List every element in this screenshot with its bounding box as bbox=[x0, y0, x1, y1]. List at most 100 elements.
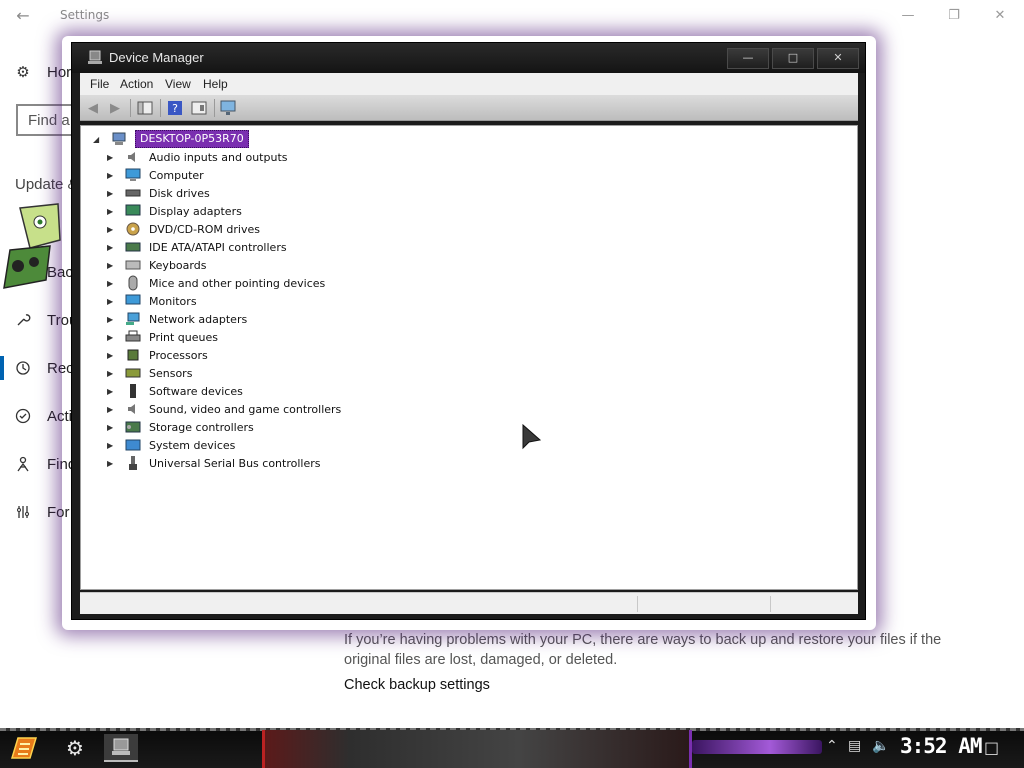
tree-root-node[interactable]: ◢ DESKTOP-0P53R70 bbox=[93, 130, 249, 148]
device-category-row[interactable]: ▶ Computer bbox=[107, 166, 204, 184]
device-category-label: Keyboards bbox=[149, 258, 207, 272]
expand-arrow-icon[interactable]: ▶ bbox=[107, 297, 117, 306]
chevron-up-icon[interactable]: ⌃ bbox=[826, 738, 838, 754]
device-category-row[interactable]: ▶ Print queues bbox=[107, 328, 218, 346]
expand-arrow-icon[interactable]: ▶ bbox=[107, 369, 117, 378]
usb-icon bbox=[125, 456, 141, 470]
expand-arrow-icon[interactable]: ▶ bbox=[107, 405, 117, 414]
minimize-button[interactable]: — bbox=[727, 48, 769, 69]
expand-arrow-icon[interactable]: ▶ bbox=[107, 459, 117, 468]
action-center-icon[interactable]: □ bbox=[984, 738, 999, 757]
device-category-label: Network adapters bbox=[149, 312, 248, 326]
minimize-icon[interactable]: — bbox=[896, 4, 920, 28]
device-category-row[interactable]: ▶ Sensors bbox=[107, 364, 192, 382]
expand-arrow-icon[interactable]: ▶ bbox=[107, 387, 117, 396]
device-category-row[interactable]: ▶ Monitors bbox=[107, 292, 197, 310]
expand-arrow-icon[interactable]: ▶ bbox=[107, 207, 117, 216]
volume-icon[interactable]: 🔈 bbox=[872, 738, 889, 754]
menu-file[interactable]: File bbox=[90, 77, 109, 91]
computer-name: DESKTOP-0P53R70 bbox=[135, 130, 249, 148]
maximize-button[interactable]: □ bbox=[772, 48, 814, 69]
expand-arrow-icon[interactable]: ▶ bbox=[107, 225, 117, 234]
device-category-label: Print queues bbox=[149, 330, 218, 344]
menu-bar: File Action View Help bbox=[80, 73, 858, 95]
expand-arrow-icon[interactable]: ▶ bbox=[107, 351, 117, 360]
device-category-row[interactable]: ▶ Keyboards bbox=[107, 256, 206, 274]
ide-controller-icon bbox=[125, 240, 141, 254]
close-icon[interactable]: ✕ bbox=[988, 4, 1012, 28]
dvd-drive-icon bbox=[125, 222, 141, 236]
menu-action[interactable]: Action bbox=[120, 77, 153, 91]
status-bar bbox=[80, 592, 858, 614]
device-tree: ◢ DESKTOP-0P53R70 ▶ Audio inputs and outp… bbox=[80, 125, 858, 590]
back-arrow-icon[interactable]: ← bbox=[12, 6, 34, 26]
keyboard-icon bbox=[125, 258, 141, 272]
device-category-label: Sound, video and game controllers bbox=[149, 402, 342, 416]
collapse-arrow-icon[interactable]: ◢ bbox=[93, 135, 103, 144]
device-category-row[interactable]: ▶ Display adapters bbox=[107, 202, 242, 220]
speaker-icon bbox=[125, 402, 141, 416]
device-category-label: Audio inputs and outputs bbox=[149, 150, 288, 164]
device-manager-window: Device Manager — □ ✕ File Action View He… bbox=[71, 42, 866, 620]
device-category-label: Disk drives bbox=[149, 186, 210, 200]
mouse-pointer-icon bbox=[522, 424, 542, 450]
device-category-row[interactable]: ▶ Audio inputs and outputs bbox=[107, 148, 288, 166]
expand-arrow-icon[interactable]: ▶ bbox=[107, 171, 117, 180]
device-category-row[interactable]: ▶ Disk drives bbox=[107, 184, 210, 202]
device-manager-titlebar[interactable]: Device Manager — □ ✕ bbox=[72, 43, 865, 73]
taskbar-clock[interactable]: 3:52 AM bbox=[900, 734, 983, 758]
device-category-row[interactable]: ▶ Software devices bbox=[107, 382, 243, 400]
device-category-row[interactable]: ▶ Universal Serial Bus controllers bbox=[107, 454, 320, 472]
device-category-label: Monitors bbox=[149, 294, 197, 308]
expand-arrow-icon[interactable]: ▶ bbox=[107, 333, 117, 342]
gear-icon: ⚙ bbox=[16, 64, 30, 81]
device-category-row[interactable]: ▶ Network adapters bbox=[107, 310, 247, 328]
expand-arrow-icon[interactable]: ▶ bbox=[107, 441, 117, 450]
device-category-row[interactable]: ▶ Storage controllers bbox=[107, 418, 254, 436]
backup-description: If you’re having problems with your PC, … bbox=[344, 632, 942, 668]
expand-arrow-icon[interactable]: ▶ bbox=[107, 423, 117, 432]
device-category-row[interactable]: ▶ Mice and other pointing devices bbox=[107, 274, 325, 292]
speaker-icon bbox=[125, 150, 141, 164]
restore-icon[interactable]: ❐ bbox=[942, 4, 966, 28]
menu-help[interactable]: Help bbox=[203, 77, 228, 91]
expand-arrow-icon[interactable]: ▶ bbox=[107, 189, 117, 198]
device-category-label: Storage controllers bbox=[149, 420, 254, 434]
device-manager-icon bbox=[112, 738, 130, 755]
properties-icon[interactable] bbox=[190, 99, 208, 117]
scan-hardware-icon[interactable] bbox=[220, 99, 238, 117]
device-category-row[interactable]: ▶ Sound, video and game controllers bbox=[107, 400, 341, 418]
expand-arrow-icon[interactable]: ▶ bbox=[107, 261, 117, 270]
device-category-row[interactable]: ▶ Processors bbox=[107, 346, 208, 364]
expand-arrow-icon[interactable]: ▶ bbox=[107, 279, 117, 288]
printer-icon bbox=[125, 330, 141, 344]
taskbar-media-panel bbox=[262, 730, 692, 768]
taskbar-settings-app[interactable]: ⚙ bbox=[58, 734, 92, 762]
device-category-row[interactable]: ▶ System devices bbox=[107, 436, 235, 454]
help-icon[interactable]: ? bbox=[166, 99, 184, 117]
back-icon[interactable]: ◀ bbox=[84, 99, 102, 117]
forward-icon[interactable]: ▶ bbox=[106, 99, 124, 117]
person-icon bbox=[14, 455, 32, 473]
device-category-label: Mice and other pointing devices bbox=[149, 276, 326, 290]
monitor-icon bbox=[125, 294, 141, 308]
toolbar: ◀ ▶ ? bbox=[80, 95, 858, 121]
expand-arrow-icon[interactable]: ▶ bbox=[107, 153, 117, 162]
processor-icon bbox=[125, 348, 141, 362]
close-button[interactable]: ✕ bbox=[817, 48, 859, 69]
taskbar-device-manager-app[interactable] bbox=[104, 734, 138, 762]
device-category-row[interactable]: ▶ IDE ATA/ATAPI controllers bbox=[107, 238, 287, 256]
device-category-row[interactable]: ▶ DVD/CD-ROM drives bbox=[107, 220, 260, 238]
window-title: Device Manager bbox=[109, 50, 204, 65]
status-separator bbox=[770, 596, 771, 612]
check-backup-settings-link[interactable]: Check backup settings bbox=[344, 677, 490, 693]
device-category-label: IDE ATA/ATAPI controllers bbox=[149, 240, 287, 254]
show-hide-console-tree-icon[interactable] bbox=[136, 99, 154, 117]
network-adapter-icon bbox=[125, 312, 141, 326]
start-button[interactable] bbox=[8, 734, 40, 762]
expand-arrow-icon[interactable]: ▶ bbox=[107, 315, 117, 324]
mouse-icon bbox=[125, 275, 141, 291]
network-icon[interactable]: ▤ bbox=[848, 738, 861, 754]
menu-view[interactable]: View bbox=[165, 77, 191, 91]
expand-arrow-icon[interactable]: ▶ bbox=[107, 243, 117, 252]
